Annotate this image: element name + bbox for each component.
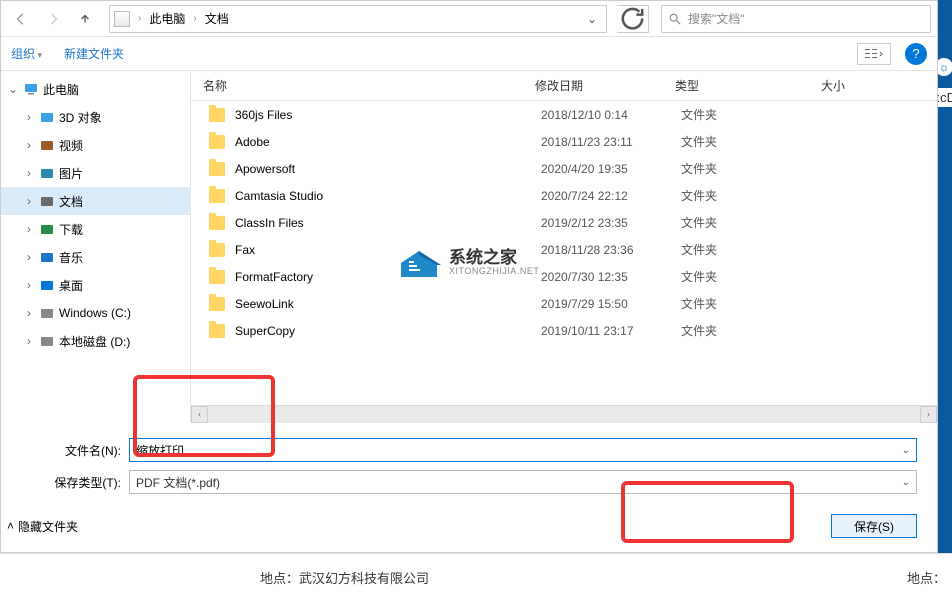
search-placeholder: 搜索"文档" xyxy=(688,10,745,27)
folder-icon xyxy=(209,297,225,311)
chevron-right-icon: › xyxy=(23,167,35,179)
scroll-left-icon[interactable]: ‹ xyxy=(191,406,208,423)
horizontal-scrollbar[interactable]: ‹ › xyxy=(191,405,937,422)
filename-label: 文件名(N): xyxy=(21,442,121,459)
chevron-down-icon[interactable]: ⌄ xyxy=(902,477,910,488)
folder-icon xyxy=(39,305,55,321)
folder-icon xyxy=(209,135,225,149)
view-options-button[interactable] xyxy=(857,43,891,65)
folder-icon xyxy=(39,137,55,153)
chevron-right-icon: › xyxy=(23,279,35,291)
column-headers[interactable]: 名称 修改日期 类型 大小 xyxy=(191,71,937,101)
col-name[interactable]: 名称 xyxy=(203,77,535,94)
file-row[interactable]: SuperCopy 2019/10/11 23:17 文件夹 xyxy=(191,317,937,344)
toolbar: 组织 新建文件夹 ? xyxy=(1,37,937,71)
search-icon xyxy=(668,12,682,26)
new-folder-button[interactable]: 新建文件夹 xyxy=(64,45,124,62)
chevron-down-icon: ⌄ xyxy=(7,83,19,95)
folder-icon xyxy=(39,221,55,237)
file-row[interactable]: SeewoLink 2019/7/29 15:50 文件夹 xyxy=(191,290,937,317)
sidebar-item[interactable]: › 本地磁盘 (D:) xyxy=(1,327,190,355)
folder-icon xyxy=(39,277,55,293)
sidebar-item[interactable]: › 桌面 xyxy=(1,271,190,299)
tree-this-pc[interactable]: ⌄ 此电脑 xyxy=(1,75,190,103)
sidebar-item[interactable]: › 视频 xyxy=(1,131,190,159)
document-icon xyxy=(114,11,130,27)
chevron-right-icon: › xyxy=(136,13,143,24)
help-button[interactable]: ? xyxy=(905,43,927,65)
file-row[interactable]: Fax 2018/11/28 23:36 文件夹 xyxy=(191,236,937,263)
folder-icon xyxy=(209,243,225,257)
chevron-down-icon[interactable]: ⌄ xyxy=(902,445,910,456)
navigation-bar: › 此电脑 › 文档 ⌄ 搜索"文档" xyxy=(1,1,937,37)
bg-address-right: 地点： xyxy=(907,568,946,587)
file-row[interactable]: Apowersoft 2020/4/20 19:35 文件夹 xyxy=(191,155,937,182)
chevron-up-icon: ˄ xyxy=(7,519,14,533)
chevron-right-icon: › xyxy=(23,307,35,319)
folder-icon xyxy=(209,162,225,176)
file-list-pane: 名称 修改日期 类型 大小 系统之家 XITONGZHIJIA xyxy=(191,71,937,422)
pc-icon xyxy=(23,81,39,97)
sidebar-item[interactable]: › 图片 xyxy=(1,159,190,187)
filetype-value: PDF 文档(*.pdf) xyxy=(136,474,220,491)
refresh-button[interactable] xyxy=(617,5,649,33)
breadcrumb-pc[interactable]: 此电脑 xyxy=(143,6,191,32)
col-date[interactable]: 修改日期 xyxy=(535,77,675,94)
folder-icon xyxy=(209,216,225,230)
search-input[interactable]: 搜索"文档" xyxy=(661,5,931,33)
back-button[interactable] xyxy=(7,5,35,33)
breadcrumb-documents[interactable]: 文档 xyxy=(199,6,235,32)
address-dropdown-icon[interactable]: ⌄ xyxy=(582,12,602,26)
folder-icon xyxy=(39,333,55,349)
sidebar-item[interactable]: › 下载 xyxy=(1,215,190,243)
chevron-right-icon: › xyxy=(23,195,35,207)
forward-button[interactable] xyxy=(39,5,67,33)
folder-icon xyxy=(39,193,55,209)
chevron-right-icon: › xyxy=(23,335,35,347)
chevron-right-icon: › xyxy=(23,223,35,235)
save-dialog: › 此电脑 › 文档 ⌄ 搜索"文档" 组织 新建文件夹 ? ⌄ 此电脑 xyxy=(0,0,938,553)
hide-folders-toggle[interactable]: ˄ 隐藏文件夹 xyxy=(7,518,78,535)
folder-icon xyxy=(209,108,225,122)
folder-icon xyxy=(39,165,55,181)
save-button[interactable]: 保存(S) xyxy=(831,514,917,538)
bg-address-left: 地点：武汉幻方科技有限公司 xyxy=(260,568,429,587)
file-row[interactable]: ClassIn Files 2019/2/12 23:35 文件夹 xyxy=(191,209,937,236)
file-row[interactable]: 360js Files 2018/12/10 0:14 文件夹 xyxy=(191,101,937,128)
chevron-right-icon: › xyxy=(23,251,35,263)
col-type[interactable]: 类型 xyxy=(675,77,821,94)
address-bar[interactable]: › 此电脑 › 文档 ⌄ xyxy=(109,5,607,33)
folder-icon xyxy=(39,109,55,125)
filename-input[interactable]: ⌄ xyxy=(129,438,917,462)
edge-text: :cD xyxy=(937,88,952,107)
scroll-right-icon[interactable]: › xyxy=(920,406,937,423)
filename-field[interactable] xyxy=(136,443,902,457)
col-size[interactable]: 大小 xyxy=(821,77,937,94)
folder-icon xyxy=(209,270,225,284)
chevron-right-icon: › xyxy=(191,13,198,24)
chevron-right-icon: › xyxy=(23,139,35,151)
up-button[interactable] xyxy=(71,5,99,33)
file-row[interactable]: Adobe 2018/11/23 23:11 文件夹 xyxy=(191,128,937,155)
organize-menu[interactable]: 组织 xyxy=(11,45,42,62)
sidebar-item[interactable]: › 3D 对象 xyxy=(1,103,190,131)
file-row[interactable]: Camtasia Studio 2020/7/24 22:12 文件夹 xyxy=(191,182,937,209)
sidebar-item[interactable]: › Windows (C:) xyxy=(1,299,190,327)
filetype-label: 保存类型(T): xyxy=(21,474,121,491)
chevron-right-icon: › xyxy=(23,111,35,123)
file-row[interactable]: FormatFactory 2020/7/30 12:35 文件夹 xyxy=(191,263,937,290)
folder-icon xyxy=(209,324,225,338)
folder-icon xyxy=(209,189,225,203)
folder-icon xyxy=(39,249,55,265)
filetype-select[interactable]: PDF 文档(*.pdf) ⌄ xyxy=(129,470,917,494)
sidebar-item[interactable]: › 文档 xyxy=(1,187,190,215)
sidebar-tree: ⌄ 此电脑 › 3D 对象› 视频› 图片› 文档› 下载› 音乐› 桌面› W… xyxy=(1,71,191,422)
sidebar-item[interactable]: › 音乐 xyxy=(1,243,190,271)
